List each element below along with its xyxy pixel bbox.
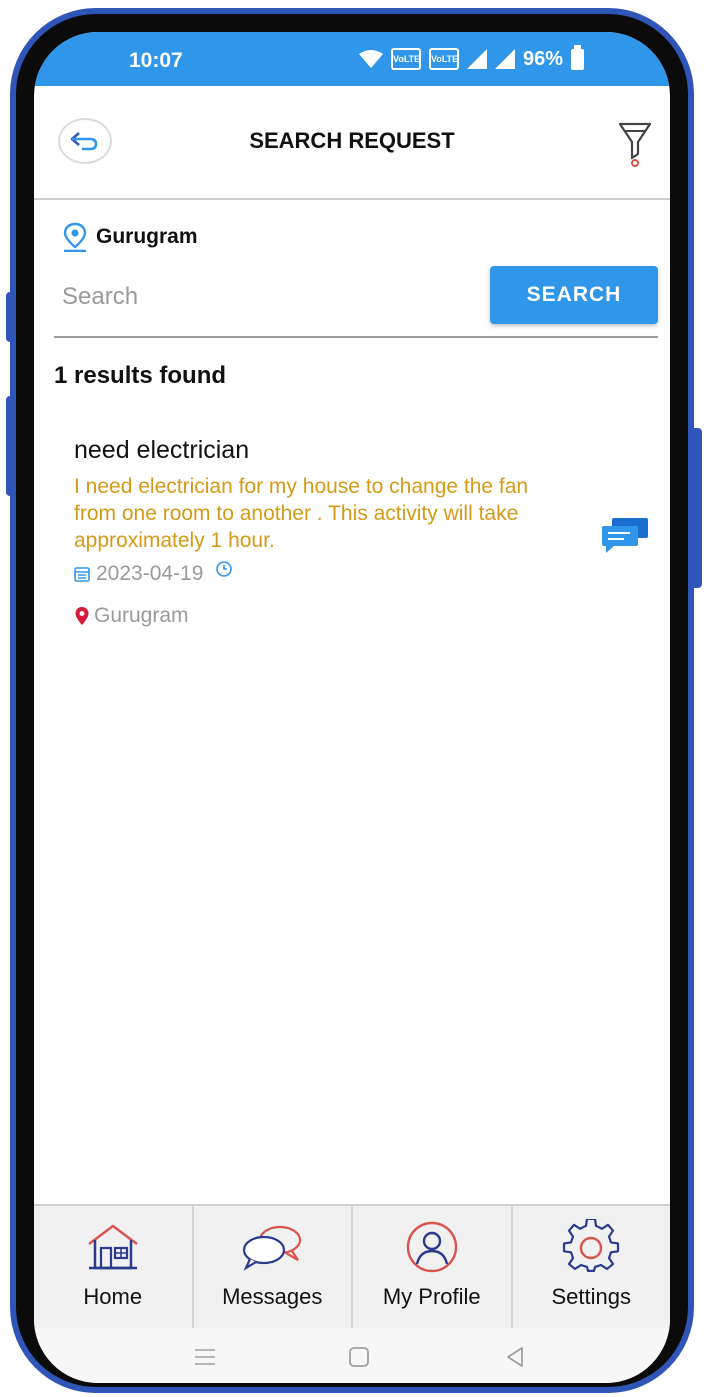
signal-icon — [495, 49, 515, 69]
sim1-icon: VoLTE — [391, 48, 421, 70]
profile-icon — [406, 1221, 457, 1273]
results-count: 1 results found — [54, 362, 227, 389]
request-date-row: 2023-04-19 — [74, 561, 654, 586]
status-bar: 10:07 VoLTE VoLTE 96% — [34, 32, 670, 86]
status-time: 10:07 — [129, 49, 183, 72]
chat-bubble-icon — [602, 518, 648, 553]
battery-percent: 96% — [523, 47, 564, 70]
signal-icon — [467, 49, 487, 69]
search-button[interactable]: SEARCH — [490, 266, 658, 324]
location-pin-icon — [63, 222, 87, 252]
calendar-icon — [74, 567, 90, 582]
volume-down-key — [6, 396, 16, 496]
status-icons: VoLTE VoLTE 96% — [359, 44, 585, 72]
request-date: 2023-04-19 — [96, 562, 204, 585]
chat-button[interactable] — [600, 516, 650, 561]
location-label: Gurugram — [96, 225, 198, 248]
sim2-icon: VoLTE — [429, 48, 459, 70]
wifi-icon — [359, 50, 383, 68]
page-title: SEARCH REQUEST — [249, 128, 455, 153]
app-header: SEARCH REQUEST — [34, 86, 670, 200]
nav-my-profile-label: My Profile — [382, 1284, 481, 1309]
nav-home[interactable]: Home — [34, 1206, 194, 1330]
filter-button[interactable] — [616, 120, 654, 173]
app-screen: 10:07 VoLTE VoLTE 96% SEARCH REQUEST Gur… — [34, 32, 670, 1383]
nav-messages[interactable]: Messages — [194, 1206, 353, 1330]
request-title: need electrician — [74, 436, 250, 464]
nav-settings[interactable]: Settings — [513, 1206, 671, 1330]
volume-up-key — [6, 292, 16, 342]
power-key — [690, 428, 702, 588]
back-triangle-icon[interactable] — [504, 1346, 526, 1368]
settings-icon — [563, 1219, 620, 1272]
messages-icon — [243, 1225, 302, 1271]
home-square-icon[interactable] — [348, 1346, 370, 1368]
bottom-navigation: Home Messages My Profile Settings — [34, 1204, 670, 1330]
battery-icon — [571, 44, 585, 70]
home-icon — [88, 1224, 138, 1270]
location-selector[interactable]: Gurugram — [62, 222, 198, 252]
system-navigation-bar — [34, 1328, 670, 1383]
filter-icon — [618, 122, 652, 167]
map-pin-icon — [75, 607, 89, 625]
request-description: I need electrician for my house to chang… — [74, 475, 529, 552]
request-location: Gurugram — [94, 604, 189, 627]
menu-icon[interactable] — [194, 1348, 216, 1366]
nav-settings-label: Settings — [551, 1284, 632, 1309]
nav-messages-label: Messages — [222, 1284, 323, 1309]
clock-icon — [216, 561, 233, 577]
request-location-row: Gurugram — [74, 604, 654, 628]
nav-home-label: Home — [83, 1284, 143, 1309]
search-input[interactable] — [60, 274, 464, 320]
nav-my-profile[interactable]: My Profile — [353, 1206, 513, 1330]
list-item[interactable]: need electrician I need electrician for … — [74, 436, 654, 628]
search-bar: SEARCH — [54, 264, 658, 338]
